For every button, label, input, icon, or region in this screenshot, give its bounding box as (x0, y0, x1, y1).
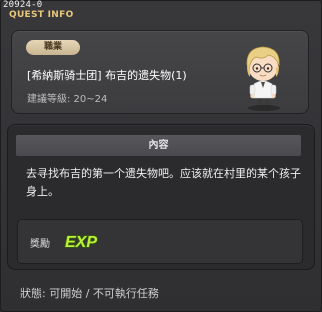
reward-box (17, 219, 303, 264)
job-badge: 職業 (26, 40, 80, 55)
level-requirement: 建議等級: 20~24 (27, 94, 108, 105)
exp-icon: EXP (64, 232, 102, 252)
reward-label: 獎勵 (30, 239, 50, 250)
quest-name: [希納斯骑士团] 布吉的遗失物(1) (27, 69, 187, 82)
content-header: 內容 (16, 135, 301, 156)
npc-portrait-icon (234, 40, 292, 112)
exp-icon-text: EXP (65, 234, 97, 250)
window-title: QUEST INFO (9, 10, 74, 20)
status-text: 狀態: 可開始 / 不可執行任務 (20, 287, 159, 300)
content-text: 去寻找布吉的第一个遗失物吧。应该就在村里的某个孩子身上。 (26, 167, 301, 198)
